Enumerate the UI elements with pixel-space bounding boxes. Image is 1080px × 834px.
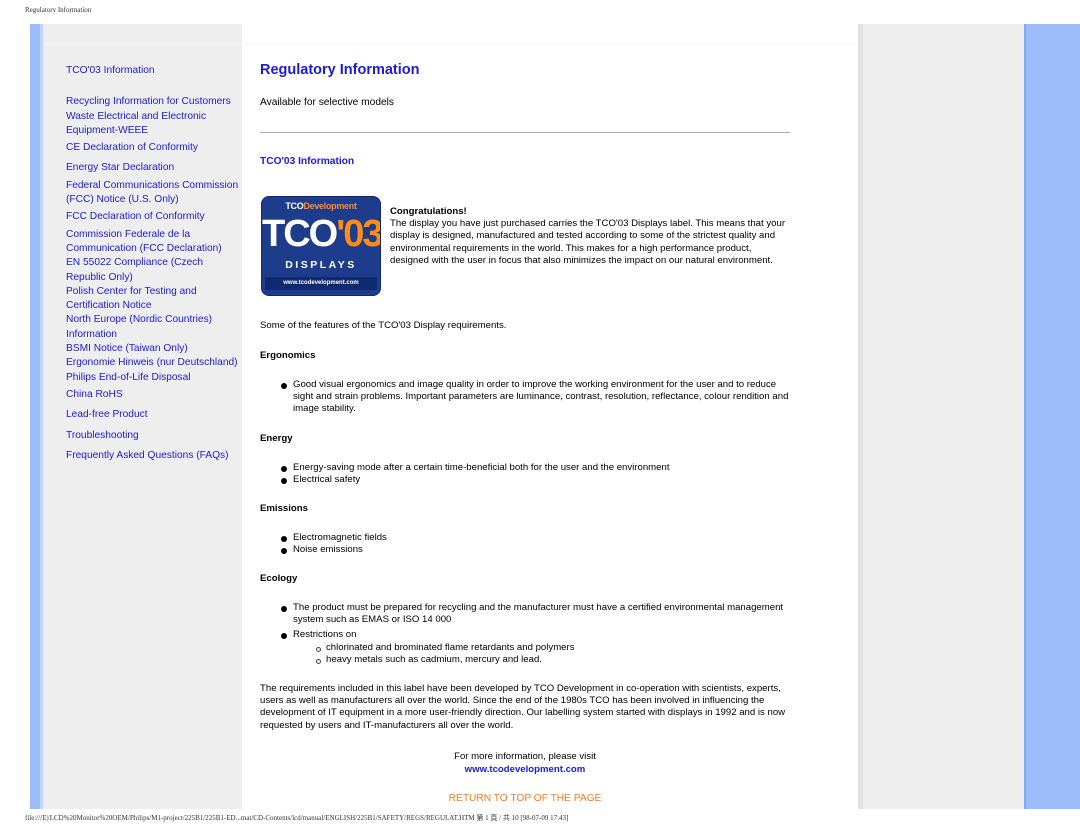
logo-development-word: Development bbox=[303, 201, 357, 211]
circle-bullet-icon bbox=[316, 646, 321, 652]
sidebar-item-bsmi[interactable]: BSMI Notice (Taiwan Only) bbox=[66, 342, 244, 356]
list-item: The product must be prepared for recycli… bbox=[280, 602, 790, 626]
energy-heading: Energy bbox=[260, 433, 293, 444]
sidebar-item-ce-declaration[interactable]: CE Declaration of Conformity bbox=[66, 141, 244, 155]
sidebar-item-en55022[interactable]: EN 55022 Compliance (Czech Republic Only… bbox=[66, 256, 244, 285]
logo-brand-line: TCODevelopment bbox=[262, 201, 380, 211]
ecology-heading: Ecology bbox=[260, 573, 298, 584]
list-item-text: Energy-saving mode after a certain time-… bbox=[293, 462, 670, 473]
tco03-displays-logo: TCODevelopment TCO'03 DISPLAYS www.tcode… bbox=[261, 196, 381, 296]
sidebar-item-energy-star[interactable]: Energy Star Declaration bbox=[66, 161, 244, 175]
sidebar-item-fcc-notice[interactable]: Federal Communications Commission (FCC) … bbox=[66, 179, 244, 208]
bullet-icon bbox=[281, 536, 287, 542]
bullet-icon bbox=[281, 633, 287, 640]
return-to-top-link[interactable]: RETURN TO TOP OF THE PAGE bbox=[260, 793, 790, 804]
logo-brand: TCO bbox=[285, 201, 304, 211]
list-item: Noise emissions bbox=[280, 544, 790, 556]
features-intro: Some of the features of the TCO'03 Displ… bbox=[260, 320, 507, 331]
sublist-item: heavy metals such as cadmium, mercury an… bbox=[313, 654, 790, 666]
congratulations-body: The display you have just purchased carr… bbox=[390, 218, 786, 266]
list-item: Electromagnetic fields bbox=[280, 532, 790, 544]
logo-displays-text: DISPLAYS bbox=[285, 259, 357, 271]
right-blue-bar bbox=[1024, 24, 1080, 809]
bullet-icon bbox=[281, 466, 287, 472]
sidebar-list: TCO'03 Information Recycling Information… bbox=[66, 64, 244, 463]
emissions-heading: Emissions bbox=[260, 503, 308, 514]
subtitle: Available for selective models bbox=[260, 97, 395, 108]
sublist-item-text: chlorinated and brominated flame retarda… bbox=[326, 641, 575, 653]
sublist-item: chlorinated and brominated flame retarda… bbox=[313, 642, 790, 654]
horizontal-rule bbox=[260, 132, 790, 133]
list-item-text: The product must be prepared for recycli… bbox=[293, 602, 784, 626]
emissions-list: Electromagnetic fields Noise emissions bbox=[280, 532, 790, 556]
ergonomics-heading: Ergonomics bbox=[260, 350, 316, 361]
sidebar-item-ergonomie[interactable]: Ergonomie Hinweis (nur Deutschland) bbox=[66, 356, 244, 370]
logo-url-text: www.tcodevelopment.com bbox=[265, 277, 377, 290]
sidebar-item-china-rohs[interactable]: China RoHS bbox=[66, 388, 244, 402]
content-top-divider bbox=[242, 43, 859, 44]
energy-list: Energy-saving mode after a certain time-… bbox=[280, 462, 790, 486]
logo-tco-text: TCO bbox=[262, 213, 338, 255]
list-item-text: Good visual ergonomics and image quality… bbox=[293, 379, 789, 415]
right-gray-panel bbox=[858, 24, 1024, 809]
nav-divider bbox=[43, 43, 242, 44]
sidebar-item-lead-free[interactable]: Lead-free Product bbox=[66, 408, 244, 422]
bullet-icon bbox=[281, 606, 287, 612]
sidebar-item-commission-federale[interactable]: Commission Federale de la Communication … bbox=[66, 228, 244, 257]
logo-03-text: '03 bbox=[336, 213, 381, 255]
list-item: Restrictions on chlorinated and brominat… bbox=[280, 629, 790, 666]
sidebar-item-end-of-life[interactable]: Philips End-of-Life Disposal bbox=[66, 371, 244, 385]
ergonomics-list: Good visual ergonomics and image quality… bbox=[280, 379, 790, 416]
ecology-list: The product must be prepared for recycli… bbox=[280, 602, 790, 666]
list-item-text: Restrictions on bbox=[293, 629, 357, 641]
tco-website-link[interactable]: www.tcodevelopment.com bbox=[260, 763, 790, 776]
right-gray-panel-edge bbox=[858, 24, 863, 809]
sidebar-item-faqs[interactable]: Frequently Asked Questions (FAQs) bbox=[66, 449, 244, 463]
sublist-item-text: heavy metals such as cadmium, mercury an… bbox=[326, 653, 542, 665]
page-title: Regulatory Information bbox=[260, 62, 420, 78]
bullet-icon bbox=[281, 478, 287, 485]
sidebar-item-polish-center[interactable]: Polish Center for Testing and Certificat… bbox=[66, 285, 244, 314]
list-item: Energy-saving mode after a certain time-… bbox=[280, 462, 790, 474]
sidebar-item-recycling[interactable]: Recycling Information for Customers bbox=[66, 95, 244, 109]
list-item: Good visual ergonomics and image quality… bbox=[280, 379, 790, 416]
list-item-text: Electromagnetic fields bbox=[293, 532, 387, 543]
logo-tco03-mark: TCO'03 bbox=[262, 213, 380, 255]
sidebar-item-fcc-declaration[interactable]: FCC Declaration of Conformity bbox=[66, 210, 244, 224]
closing-paragraph: The requirements included in this label … bbox=[260, 683, 786, 731]
bullet-icon bbox=[281, 383, 287, 389]
congratulations-heading: Congratulations! bbox=[390, 206, 467, 217]
tco03-section-heading[interactable]: TCO'03 Information bbox=[260, 156, 354, 167]
list-item-text: Electrical safety bbox=[293, 474, 361, 486]
circle-bullet-icon bbox=[316, 658, 321, 664]
congratulations-block: Congratulations! The display you have ju… bbox=[390, 206, 790, 267]
sidebar-item-north-europe[interactable]: North Europe (Nordic Countries) Informat… bbox=[66, 313, 244, 342]
more-info-text: For more information, please visit bbox=[454, 751, 596, 762]
sidebar-item-tco03[interactable]: TCO'03 Information bbox=[66, 64, 244, 78]
left-blue-bar bbox=[30, 24, 40, 809]
more-info-block: For more information, please visit www.t… bbox=[260, 750, 790, 776]
bullet-icon bbox=[281, 548, 287, 555]
list-item-text: Noise emissions bbox=[293, 544, 363, 556]
sidebar-item-troubleshooting[interactable]: Troubleshooting bbox=[66, 429, 244, 443]
print-header: Regulatory Information bbox=[25, 6, 92, 14]
list-item: Electrical safety bbox=[280, 474, 790, 486]
sidebar-item-weee[interactable]: Waste Electrical and Electronic Equipmen… bbox=[66, 110, 244, 139]
right-blue-bar-edge bbox=[1024, 24, 1026, 809]
restrictions-sublist: chlorinated and brominated flame retarda… bbox=[313, 642, 790, 666]
print-footer: file:///E|/LCD%20Monitor%20OEM/Philips/M… bbox=[25, 814, 569, 822]
sidebar-nav: TCO'03 Information Recycling Information… bbox=[43, 24, 242, 809]
